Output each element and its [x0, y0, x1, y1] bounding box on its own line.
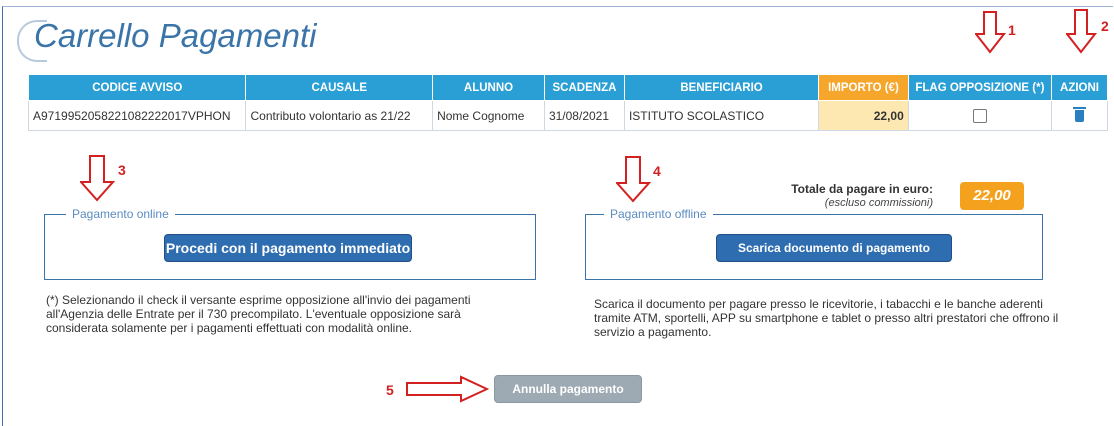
- annotation-number-3: 3: [118, 162, 126, 178]
- offline-note: Scarica il documento per pagare presso l…: [594, 297, 1059, 339]
- cell-beneficiario: ISTITUTO SCOLASTICO: [623, 100, 820, 131]
- header-codice-avviso: CODICE AVVISO: [27, 74, 247, 101]
- annotation-arrow-5: [406, 375, 489, 403]
- cell-causale: Contributo volontario as 21/22: [245, 100, 434, 131]
- procedi-pagamento-button[interactable]: Procedi con il pagamento immediato: [164, 234, 412, 262]
- cart-table: CODICE AVVISO CAUSALE ALUNNO SCADENZA BE…: [27, 74, 1108, 131]
- scarica-documento-button[interactable]: Scarica documento di pagamento: [716, 234, 952, 262]
- opposizione-note: (*) Selezionando il check il versante es…: [46, 293, 471, 335]
- pagamento-offline-legend: Pagamento offline: [604, 207, 713, 221]
- cell-scadenza: 31/08/2021: [543, 100, 625, 131]
- annotation-number-2: 2: [1101, 18, 1109, 34]
- annotation-number-5: 5: [386, 382, 394, 398]
- annulla-pagamento-button[interactable]: Annulla pagamento: [494, 375, 642, 403]
- totale-value: 22,00: [960, 182, 1024, 210]
- totale-label: Totale da pagare in euro:: [791, 182, 933, 196]
- totale-sublabel: (escluso commissioni): [824, 197, 933, 209]
- annotation-arrow-3: [80, 155, 116, 202]
- annotation-arrow-2: [1066, 9, 1098, 54]
- header-causale: CAUSALE: [245, 74, 434, 101]
- cell-importo: 22,00: [818, 100, 909, 131]
- page-title: Carrello Pagamenti: [34, 17, 317, 54]
- pagamento-online-legend: Pagamento online: [66, 207, 175, 221]
- trash-icon[interactable]: [1073, 107, 1087, 123]
- cell-alunno: Nome Cognome: [432, 100, 545, 131]
- cell-azioni: [1051, 100, 1108, 131]
- cell-flag-opposizione: [907, 100, 1053, 131]
- table-header-row: CODICE AVVISO CAUSALE ALUNNO SCADENZA BE…: [27, 74, 1108, 101]
- header-alunno: ALUNNO: [432, 74, 545, 101]
- header-beneficiario: BENEFICIARIO: [623, 74, 820, 101]
- cell-codice-avviso: A9719952058221082222017VPHON: [27, 100, 247, 131]
- header-importo: IMPORTO (€): [818, 74, 909, 101]
- opposizione-checkbox[interactable]: [972, 108, 987, 123]
- table-row: A9719952058221082222017VPHON Contributo …: [27, 100, 1108, 131]
- annotation-arrow-1: [975, 11, 1007, 54]
- annotation-number-4: 4: [653, 163, 661, 179]
- header-scadenza: SCADENZA: [543, 74, 625, 101]
- header-flag-opposizione: FLAG OPPOSIZIONE (*): [907, 74, 1053, 101]
- header-azioni: AZIONI: [1051, 74, 1108, 101]
- annotation-number-1: 1: [1008, 22, 1016, 38]
- annotation-arrow-4: [616, 156, 652, 203]
